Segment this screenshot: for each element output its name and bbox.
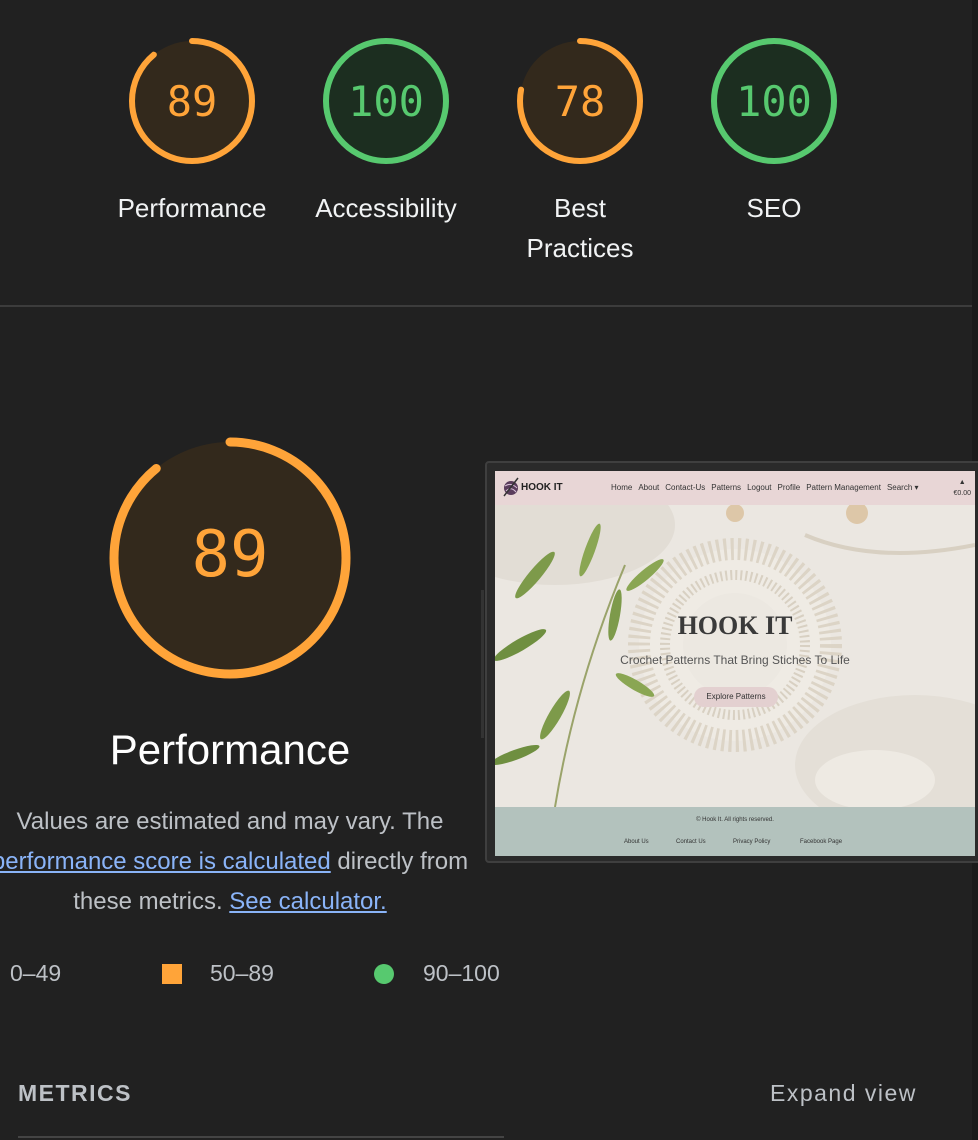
site-logo-text: HOOK IT <box>521 482 563 493</box>
legend-average-square-icon <box>162 964 182 984</box>
gauge-best-practices[interactable]: 78 Best Practices <box>490 36 670 268</box>
gauge-ring-best-practices: 78 <box>517 38 643 164</box>
site-hero: HOOK IT Crochet Patterns That Bring Stic… <box>495 505 975 807</box>
thumbnail-shadow <box>481 590 484 738</box>
gauge-score-best-practices: 78 <box>555 77 606 126</box>
gauge-ring-accessibility: 100 <box>323 38 449 164</box>
score-legend: 0–49 50–89 90–100 <box>0 958 560 992</box>
section-divider <box>0 305 972 307</box>
see-calculator-link[interactable]: See calculator. <box>229 888 386 915</box>
footer-link: Privacy Policy <box>733 839 771 845</box>
explore-patterns-button: Explore Patterns <box>694 687 778 707</box>
legend-low-label: 0–49 <box>10 960 62 986</box>
site-navbar: HOOK IT Home About Contact-Us Patterns Logou… <box>495 471 975 505</box>
site-cart-total: €0.00 <box>953 490 971 497</box>
desc-text-1: Values are estimated and may vary. The <box>16 808 444 835</box>
site-nav-item: Profile <box>777 483 801 492</box>
metrics-heading: METRICS <box>18 1080 132 1106</box>
footer-copyright: © Hook It. All rights reserved. <box>696 817 774 823</box>
performance-title: Performance <box>109 726 351 773</box>
hero-title: HOOK IT <box>677 611 793 640</box>
gauge-label-seo: SEO <box>746 193 802 223</box>
score-calculation-link[interactable]: performance score is calculated <box>0 848 331 875</box>
metrics-divider <box>18 1136 504 1138</box>
site-footer: © Hook It. All rights reserved. About Us… <box>495 807 975 856</box>
legend-pass-circle-icon <box>374 964 394 984</box>
site-nav-item: Logout <box>747 483 772 492</box>
yarn-ball-logo-icon <box>503 477 519 497</box>
footer-link: Facebook Page <box>800 839 843 845</box>
site-nav-item: Pattern Management <box>806 483 881 492</box>
site-nav-item: About <box>638 483 660 492</box>
legend-high-label: 90–100 <box>423 960 500 986</box>
site-nav-item: Patterns <box>711 483 742 492</box>
gauge-label-best-practices: Best Practices <box>526 193 634 263</box>
footer-link: About Us <box>624 839 649 845</box>
gauge-score-accessibility: 100 <box>348 77 424 126</box>
performance-ring-large: 89 <box>109 437 351 679</box>
site-nav-item: Search ▾ <box>886 483 919 492</box>
gauge-ring-performance: 89 <box>129 38 255 164</box>
gauge-seo[interactable]: 100 SEO <box>684 36 864 228</box>
site-nav-links: Home About Contact-Us Patterns Logout Profile… <box>611 483 925 492</box>
gauge-ring-seo: 100 <box>711 38 837 164</box>
site-nav-item: Home <box>611 483 633 492</box>
site-cart: ▲ €0.00 <box>953 477 971 499</box>
site-nav-item: Contact-Us <box>665 483 706 492</box>
expand-view-button[interactable]: Expand view <box>770 1080 917 1107</box>
performance-gauge-large: 89 <box>108 436 352 685</box>
footer-link: Contact Us <box>676 839 706 845</box>
performance-description: Values are estimated and may vary. The p… <box>0 802 480 922</box>
legend-mid-label: 50–89 <box>210 960 274 986</box>
gauge-score-seo: 100 <box>736 77 812 126</box>
gauge-performance[interactable]: 89 Performance <box>102 36 282 228</box>
hero-subtitle: Crochet Patterns That Bring Stiches To L… <box>620 653 850 667</box>
gauge-score-performance: 89 <box>167 77 218 126</box>
category-scores: 89 Performance 100 Accessibility 78 Best… <box>0 0 978 305</box>
final-screenshot[interactable]: HOOK IT Home About Contact-Us Patterns Logou… <box>495 471 975 856</box>
gauge-label-performance: Performance <box>117 193 267 223</box>
bag-icon: ▲ <box>958 479 966 486</box>
gauge-label-accessibility: Accessibility <box>315 193 457 223</box>
gauge-accessibility[interactable]: 100 Accessibility <box>296 36 476 228</box>
performance-score-large: 89 <box>191 518 268 592</box>
